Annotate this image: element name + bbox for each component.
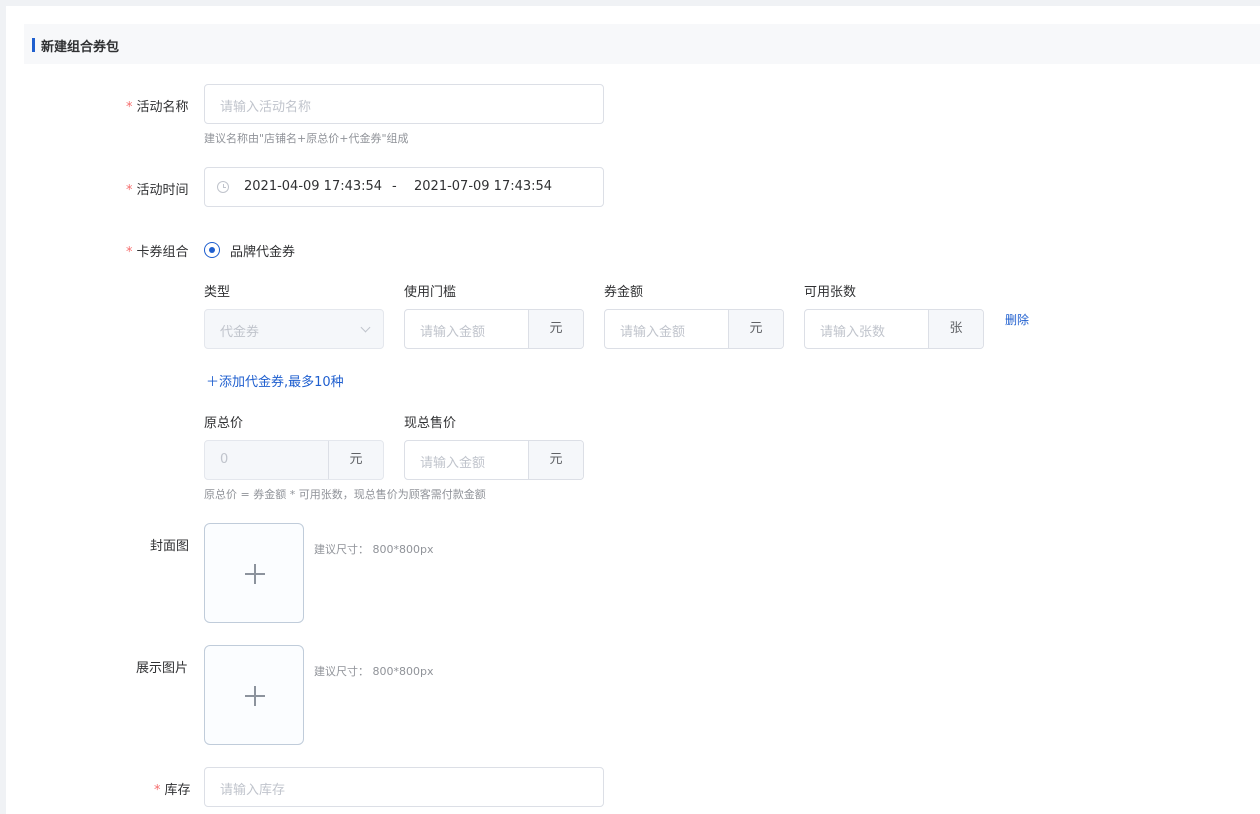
coupon-combo-label: * 卡券组合 <box>126 241 189 260</box>
chevron-down-icon <box>360 322 371 333</box>
original-price-input: 0 元 <box>204 440 384 480</box>
coupon-count-unit: 张 <box>928 310 983 348</box>
stock-label-text: 库存 <box>164 783 191 798</box>
display-image-label: 展示图片 <box>136 661 189 676</box>
column-threshold-label: 使用门槛 <box>404 285 457 300</box>
required-mark: * <box>126 245 133 260</box>
section-accent-bar <box>32 38 35 52</box>
top-strip <box>0 0 1260 6</box>
plus-icon-vertical <box>254 564 256 584</box>
add-coupon-link[interactable]: ＋添加代金券,最多10种 <box>206 371 344 390</box>
threshold-input[interactable]: 请输入金额 元 <box>404 309 584 349</box>
left-strip <box>0 0 6 814</box>
coupon-combo-label-text: 卡券组合 <box>136 245 189 260</box>
coupon-type-select[interactable]: 代金券 <box>204 309 384 349</box>
coupon-count-input[interactable]: 请输入张数 张 <box>804 309 984 349</box>
stock-input[interactable]: 请输入库存 <box>204 767 604 807</box>
activity-name-placeholder: 请输入活动名称 <box>220 100 312 115</box>
range-separator: - <box>392 179 397 194</box>
activity-time-label: * 活动时间 <box>126 179 189 198</box>
column-count-label: 可用张数 <box>804 285 857 300</box>
stock-label: * 库存 <box>154 779 191 798</box>
end-datetime[interactable]: 2021-07-09 17:43:54 <box>414 179 552 194</box>
activity-time-range-picker[interactable]: 2021-04-09 17:43:54 - 2021-07-09 17:43:5… <box>204 167 604 207</box>
plus-icon-vertical <box>254 686 256 706</box>
cover-image-hint: 建议尺寸： 800*800px <box>314 543 434 556</box>
coupon-amount-unit: 元 <box>728 310 783 348</box>
cover-image-upload[interactable] <box>204 523 304 623</box>
display-image-upload[interactable] <box>204 645 304 745</box>
coupon-amount-input[interactable]: 请输入金额 元 <box>604 309 784 349</box>
column-type-label: 类型 <box>204 285 231 300</box>
activity-name-label: * 活动名称 <box>126 96 189 115</box>
current-price-unit: 元 <box>528 441 583 479</box>
original-price-label: 原总价 <box>204 416 244 431</box>
activity-name-label-text: 活动名称 <box>136 100 189 115</box>
required-mark: * <box>126 183 133 198</box>
current-price-placeholder: 请输入金额 <box>420 456 486 471</box>
stock-placeholder: 请输入库存 <box>220 783 286 798</box>
activity-name-hint: 建议名称由"店铺名+原总价+代金券"组成 <box>204 132 409 145</box>
clock-icon <box>217 181 229 193</box>
price-hint: 原总价 = 券金额 * 可用张数，现总售价为顾客需付款金额 <box>204 488 486 501</box>
brand-coupon-radio[interactable] <box>204 242 220 258</box>
current-price-label: 现总售价 <box>404 416 457 431</box>
coupon-type-value: 代金券 <box>220 325 260 340</box>
required-mark: * <box>154 783 161 798</box>
threshold-unit: 元 <box>528 310 583 348</box>
coupon-count-placeholder: 请输入张数 <box>820 325 886 340</box>
activity-time-label-text: 活动时间 <box>136 183 189 198</box>
cover-image-label: 封面图 <box>150 539 190 554</box>
start-datetime[interactable]: 2021-04-09 17:43:54 <box>244 179 382 194</box>
display-image-hint: 建议尺寸： 800*800px <box>314 665 434 678</box>
original-price-unit: 元 <box>328 441 383 479</box>
section-title: 新建组合券包 <box>41 40 120 55</box>
page: 新建组合券包 * 活动名称 请输入活动名称 建议名称由"店铺名+原总价+代金券"组… <box>0 0 1260 814</box>
coupon-amount-placeholder: 请输入金额 <box>620 325 686 340</box>
required-mark: * <box>126 100 133 115</box>
original-price-value: 0 <box>220 452 229 467</box>
activity-name-input[interactable]: 请输入活动名称 <box>204 84 604 124</box>
column-amount-label: 券金额 <box>604 285 644 300</box>
brand-coupon-radio-label[interactable]: 品牌代金券 <box>230 241 295 260</box>
delete-coupon-link[interactable]: 删除 <box>1005 311 1029 328</box>
radio-checked-dot <box>209 247 215 253</box>
threshold-placeholder: 请输入金额 <box>420 325 486 340</box>
section-header: 新建组合券包 <box>24 24 1260 64</box>
current-price-input[interactable]: 请输入金额 元 <box>404 440 584 480</box>
